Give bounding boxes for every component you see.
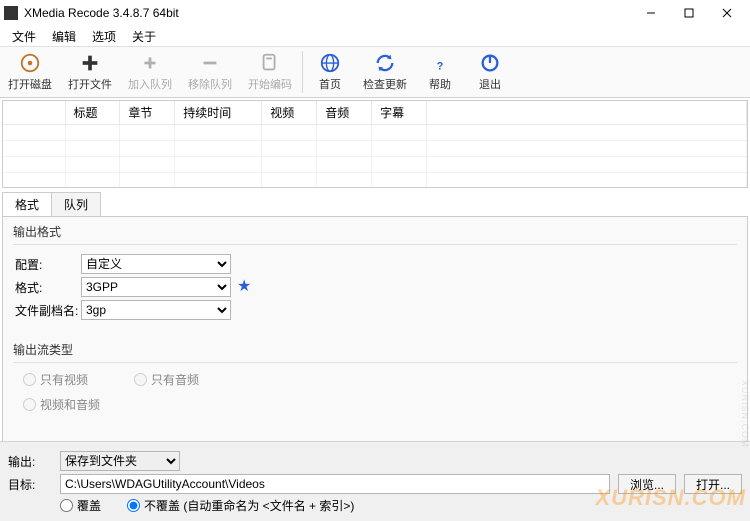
stream-type-group: 输出流类型 只有视频 只有音频 视频和音频 [13,341,737,423]
toolbar: 打开磁盘 打开文件 加入队列 移除队列 开始编码 首页 检查更新 ? 帮助 退出 [0,46,750,98]
output-label: 输出: [8,453,52,470]
open-file-label: 打开文件 [68,76,112,92]
table-row [3,141,747,157]
open-file-button[interactable]: 打开文件 [60,47,120,97]
profile-select[interactable]: 自定义 [81,254,231,274]
plus-small-icon [139,52,161,74]
exit-button[interactable]: 退出 [465,47,515,97]
output-format-group: 输出格式 配置: 自定义 格式: 3GPP ★ 文件副档名: 3gp [13,223,737,331]
start-encode-label: 开始编码 [248,76,292,92]
encode-icon [259,52,281,74]
window-controls [632,2,746,24]
add-queue-label: 加入队列 [128,76,172,92]
help-button[interactable]: ? 帮助 [415,47,465,97]
col-extra[interactable] [427,101,747,125]
window-title: XMedia Recode 3.4.8.7 64bit [24,6,632,20]
col-video[interactable]: 视频 [262,101,317,125]
svg-text:?: ? [437,60,444,72]
homepage-label: 首页 [319,76,341,92]
check-update-label: 检查更新 [363,76,407,92]
radio-audio-only[interactable]: 只有音频 [134,371,199,388]
tab-queue[interactable]: 队列 [51,192,101,216]
output-format-title: 输出格式 [13,223,737,240]
refresh-icon [374,52,396,74]
output-select[interactable]: 保存到文件夹 [60,451,180,471]
tabs: 格式 队列 [2,192,748,216]
format-label: 格式: [15,279,81,296]
star-icon[interactable]: ★ [237,279,251,295]
table-row [3,125,747,141]
open-disc-label: 打开磁盘 [8,76,52,92]
help-icon: ? [429,52,451,74]
profile-label: 配置: [15,256,81,273]
titlebar: XMedia Recode 3.4.8.7 64bit [0,0,750,26]
disc-icon [19,52,41,74]
ext-select[interactable]: 3gp [81,300,231,320]
plus-icon [79,52,101,74]
menubar: 文件 编辑 选项 关于 [0,26,750,46]
table-row [3,173,747,189]
file-grid[interactable]: 标题 章节 持续时间 视频 音频 字幕 [2,100,748,188]
help-label: 帮助 [429,76,451,92]
remove-queue-label: 移除队列 [188,76,232,92]
maximize-button[interactable] [670,2,708,24]
close-button[interactable] [708,2,746,24]
globe-icon [319,52,341,74]
grid-header: 标题 章节 持续时间 视频 音频 字幕 [3,101,747,125]
check-update-button[interactable]: 检查更新 [355,47,415,97]
radio-video-only[interactable]: 只有视频 [23,371,88,388]
menu-edit[interactable]: 编辑 [44,26,84,47]
app-icon [4,6,18,20]
col-blank[interactable] [3,101,65,125]
col-title[interactable]: 标题 [65,101,120,125]
add-queue-button[interactable]: 加入队列 [120,47,180,97]
radio-overwrite[interactable]: 覆盖 [60,497,101,514]
minus-icon [199,52,221,74]
radio-video-audio[interactable]: 视频和音频 [23,396,100,413]
bottom-bar: 输出: 保存到文件夹 目标: 浏览... 打开... 覆盖 不覆盖 (自动重命名… [0,441,750,521]
format-select[interactable]: 3GPP [81,277,231,297]
open-button[interactable]: 打开... [684,474,742,494]
menu-options[interactable]: 选项 [84,26,124,47]
target-input[interactable] [60,474,610,494]
menu-file[interactable]: 文件 [4,26,44,47]
ext-label: 文件副档名: [15,302,81,319]
power-icon [479,52,501,74]
target-label: 目标: [8,476,52,493]
minimize-button[interactable] [632,2,670,24]
col-chapter[interactable]: 章节 [120,101,175,125]
homepage-button[interactable]: 首页 [305,47,355,97]
col-audio[interactable]: 音频 [317,101,372,125]
exit-label: 退出 [479,76,501,92]
stream-type-title: 输出流类型 [13,341,737,358]
browse-button[interactable]: 浏览... [618,474,676,494]
table-row [3,157,747,173]
col-duration[interactable]: 持续时间 [175,101,262,125]
radio-no-overwrite[interactable]: 不覆盖 (自动重命名为 <文件名 + 索引>) [127,497,354,514]
toolbar-separator [302,51,303,93]
tab-format[interactable]: 格式 [2,192,52,216]
col-subtitle[interactable]: 字幕 [372,101,427,125]
format-panel: 输出格式 配置: 自定义 格式: 3GPP ★ 文件副档名: 3gp 输出流类型… [2,216,748,464]
menu-about[interactable]: 关于 [124,26,164,47]
start-encode-button[interactable]: 开始编码 [240,47,300,97]
open-disc-button[interactable]: 打开磁盘 [0,47,60,97]
remove-queue-button[interactable]: 移除队列 [180,47,240,97]
